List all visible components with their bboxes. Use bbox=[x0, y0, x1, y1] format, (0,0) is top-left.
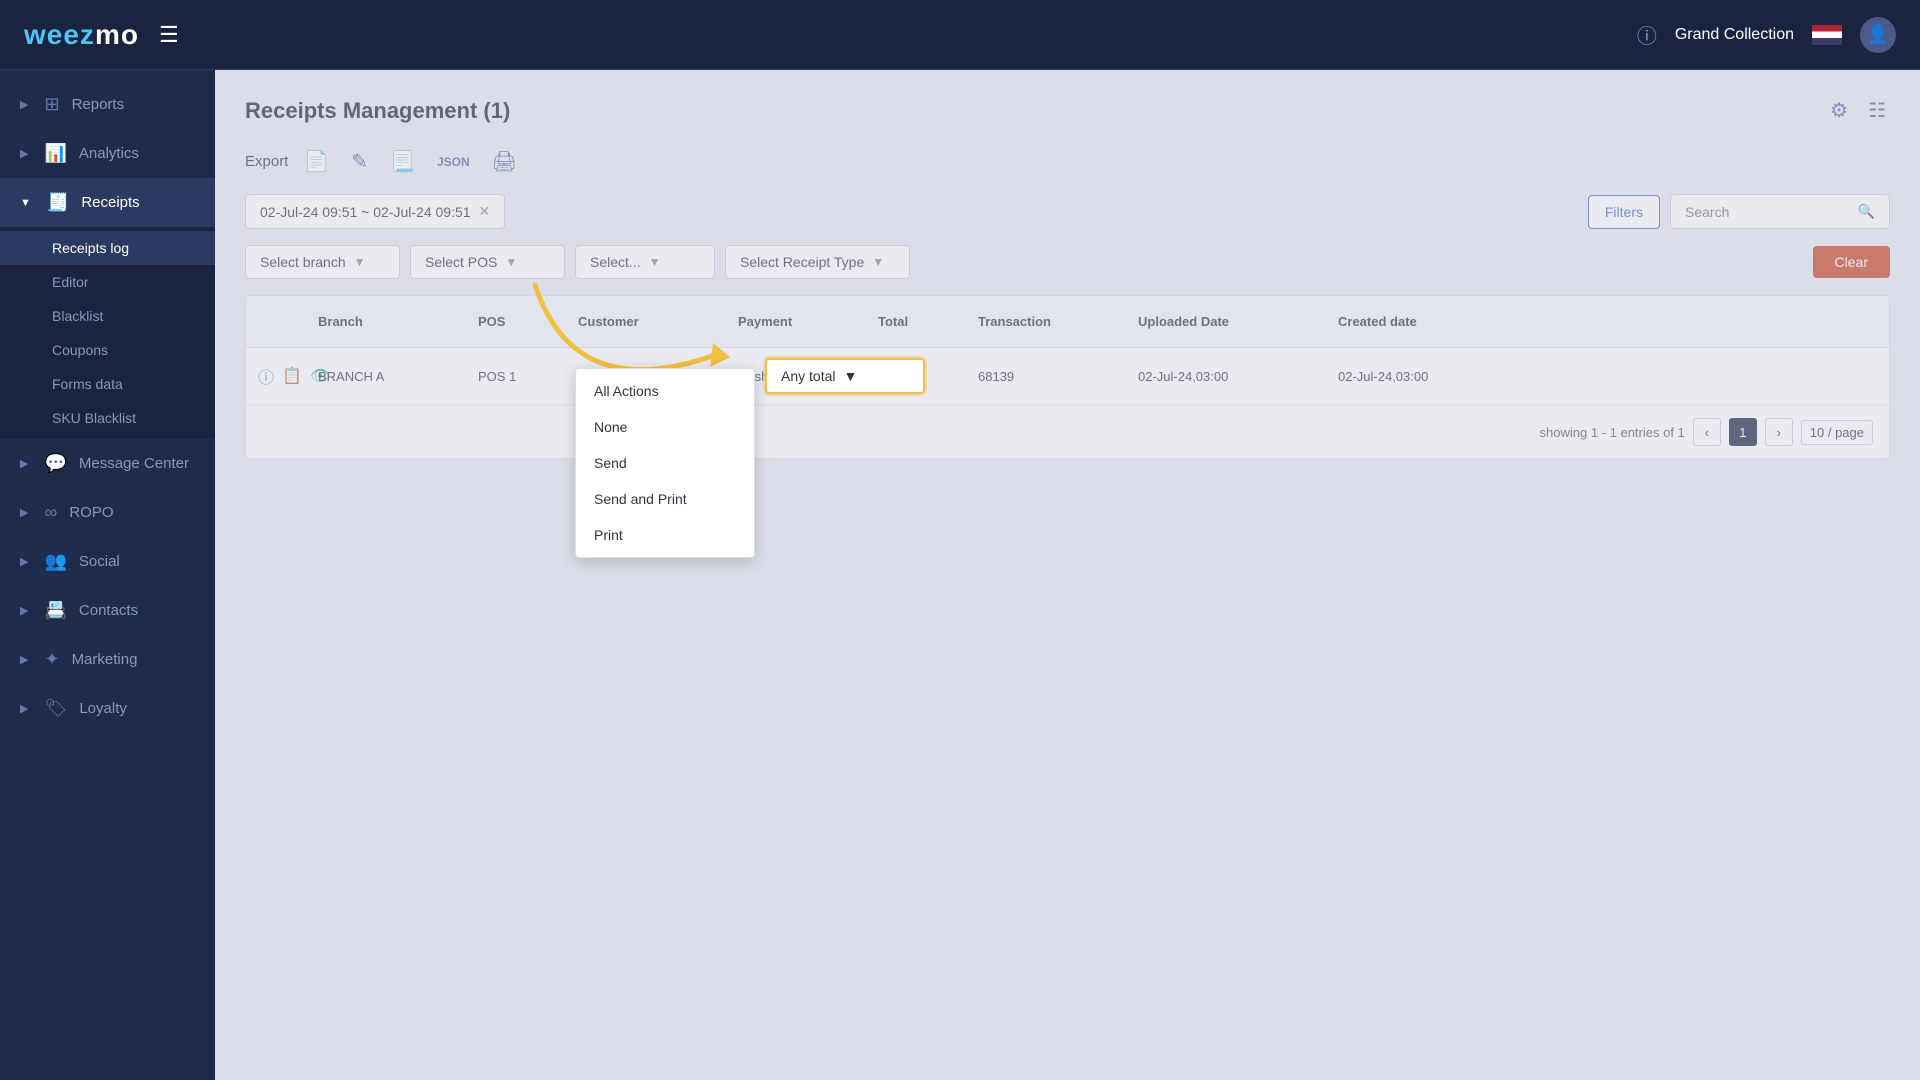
sidebar-sub-item-forms-data[interactable]: Forms data bbox=[0, 367, 215, 401]
sidebar-sub-item-receipts-log[interactable]: Receipts log bbox=[0, 231, 215, 265]
sidebar-item-ropo[interactable]: ▶ ∞ ROPO bbox=[0, 488, 215, 537]
sidebar-label-message-center: Message Center bbox=[79, 455, 189, 472]
sidebar-item-contacts[interactable]: ▶ 📇 Contacts bbox=[0, 586, 215, 635]
social-icon: 👥 bbox=[44, 551, 66, 572]
menu-icon[interactable]: ☰ bbox=[159, 22, 179, 48]
logo: weezmo bbox=[24, 19, 139, 51]
dropdown-overlay bbox=[215, 70, 1920, 1080]
reports-icon: ⊞ bbox=[44, 94, 59, 115]
company-name: Grand Collection bbox=[1675, 26, 1794, 44]
arrow-icon: ▶ bbox=[20, 604, 28, 617]
sidebar-item-loyalty[interactable]: ▶ 🏷 Loyalty bbox=[0, 684, 215, 733]
any-total-dropdown[interactable]: Any total ▼ bbox=[765, 358, 925, 394]
marketing-icon: ✦ bbox=[44, 649, 59, 670]
sidebar-item-receipts[interactable]: ▼ 🧾 Receipts bbox=[0, 178, 215, 227]
arrow-icon: ▶ bbox=[20, 702, 28, 715]
dropdown-item-print[interactable]: Print bbox=[576, 517, 754, 553]
dropdown-item-all-actions[interactable]: All Actions bbox=[576, 373, 754, 409]
sidebar-item-marketing[interactable]: ▶ ✦ Marketing bbox=[0, 635, 215, 684]
contacts-icon: 📇 bbox=[44, 600, 66, 621]
dropdown-item-send-and-print[interactable]: Send and Print bbox=[576, 481, 754, 517]
receipts-icon: 🧾 bbox=[47, 192, 69, 213]
arrow-down-icon: ▼ bbox=[20, 197, 31, 209]
sidebar: ▶ ⊞ Reports ▶ 📊 Analytics ▼ 🧾 Receipts R… bbox=[0, 70, 215, 1080]
sidebar-label-loyalty: Loyalty bbox=[79, 700, 127, 717]
arrow-icon: ▶ bbox=[20, 555, 28, 568]
sidebar-sub-item-coupons[interactable]: Coupons bbox=[0, 333, 215, 367]
content-area: Receipts Management (1) ⚙ ☷ Export 📄 ✎ 📃… bbox=[215, 70, 1920, 1080]
sidebar-label-receipts: Receipts bbox=[81, 194, 139, 211]
sidebar-sub-item-editor[interactable]: Editor bbox=[0, 265, 215, 299]
any-total-label: Any total bbox=[781, 368, 835, 384]
topbar-right: ⓘ Grand Collection 👤 bbox=[1637, 17, 1896, 53]
message-center-icon: 💬 bbox=[44, 453, 66, 474]
sidebar-item-message-center[interactable]: ▶ 💬 Message Center bbox=[0, 439, 215, 488]
sidebar-label-reports: Reports bbox=[72, 96, 125, 113]
analytics-icon: 📊 bbox=[44, 143, 66, 164]
sidebar-sub-item-blacklist[interactable]: Blacklist bbox=[0, 299, 215, 333]
sidebar-label-ropo: ROPO bbox=[69, 504, 113, 521]
sidebar-sub-item-sku-blacklist[interactable]: SKU Blacklist bbox=[0, 401, 215, 435]
sidebar-label-social: Social bbox=[79, 553, 120, 570]
arrow-icon: ▶ bbox=[20, 147, 28, 160]
arrow-icon: ▶ bbox=[20, 98, 28, 111]
ropo-icon: ∞ bbox=[44, 502, 57, 523]
help-icon[interactable]: ⓘ bbox=[1637, 20, 1657, 49]
sidebar-label-contacts: Contacts bbox=[79, 602, 138, 619]
sidebar-sub-receipts: Receipts log Editor Blacklist Coupons Fo… bbox=[0, 227, 215, 439]
arrow-icon: ▶ bbox=[20, 653, 28, 666]
chevron-down-icon: ▼ bbox=[843, 368, 857, 384]
sidebar-label-analytics: Analytics bbox=[79, 145, 139, 162]
sidebar-label-marketing: Marketing bbox=[72, 651, 138, 668]
flag-icon bbox=[1812, 25, 1842, 45]
loyalty-icon: 🏷 bbox=[44, 698, 67, 719]
topbar: weezmo ☰ ⓘ Grand Collection 👤 bbox=[0, 0, 1920, 70]
dropdown-item-none[interactable]: None bbox=[576, 409, 754, 445]
dropdown-item-send[interactable]: Send bbox=[576, 445, 754, 481]
sidebar-item-reports[interactable]: ▶ ⊞ Reports bbox=[0, 80, 215, 129]
sidebar-item-analytics[interactable]: ▶ 📊 Analytics bbox=[0, 129, 215, 178]
main-layout: ▶ ⊞ Reports ▶ 📊 Analytics ▼ 🧾 Receipts R… bbox=[0, 70, 1920, 1080]
arrow-icon: ▶ bbox=[20, 506, 28, 519]
arrow-icon: ▶ bbox=[20, 457, 28, 470]
action-dropdown-menu: All Actions None Send Send and Print Pri… bbox=[575, 368, 755, 558]
user-avatar[interactable]: 👤 bbox=[1860, 17, 1896, 53]
sidebar-item-social[interactable]: ▶ 👥 Social bbox=[0, 537, 215, 586]
